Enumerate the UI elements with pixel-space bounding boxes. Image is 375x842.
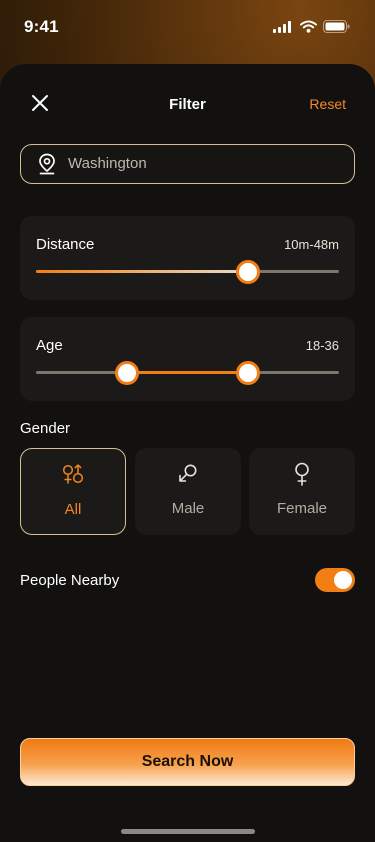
gender-option-label: Female	[276, 500, 328, 517]
distance-slider-handle[interactable]	[236, 259, 261, 284]
wifi-icon	[300, 20, 317, 33]
search-now-button[interactable]: Search Now	[20, 738, 355, 786]
distance-slider-fill	[36, 270, 249, 273]
gender-option-female[interactable]: Female	[249, 448, 355, 535]
toggle-knob	[334, 571, 352, 589]
distance-slider[interactable]	[36, 259, 339, 284]
distance-label: Distance	[36, 236, 95, 253]
gender-label: Gender	[20, 420, 71, 437]
age-value: 18-36	[305, 338, 339, 353]
distance-card: Distance 10m-48m	[20, 216, 355, 300]
age-slider-max-handle[interactable]	[236, 360, 261, 385]
reset-button[interactable]: Reset	[309, 96, 346, 112]
location-field[interactable]	[20, 144, 355, 184]
gender-option-label: Male	[171, 500, 205, 517]
all-genders-icon	[62, 464, 84, 484]
status-time: 9:41	[24, 17, 59, 36]
distance-value: 10m-48m	[284, 237, 339, 252]
age-card: Age 18-36	[20, 317, 355, 401]
cellular-signal-icon	[273, 21, 291, 33]
filter-sheet: Filter Reset Distance 10m-48m Age 18-36 …	[0, 64, 375, 842]
gender-option-male[interactable]: Male	[135, 448, 241, 535]
home-indicator	[121, 829, 255, 834]
gender-option-label: All	[64, 501, 82, 518]
age-slider-fill	[126, 371, 249, 374]
location-input[interactable]	[68, 145, 338, 182]
female-icon	[295, 462, 309, 486]
gender-option-all[interactable]: All	[20, 448, 126, 535]
battery-icon	[323, 20, 350, 33]
age-label: Age	[36, 337, 63, 354]
people-nearby-toggle[interactable]	[315, 568, 355, 592]
people-nearby-label: People Nearby	[20, 572, 120, 589]
age-slider-min-handle[interactable]	[114, 360, 139, 385]
age-range-slider[interactable]	[36, 360, 339, 385]
male-icon	[179, 464, 197, 482]
map-pin-icon	[39, 153, 55, 175]
status-bar: 9:41	[0, 0, 375, 56]
